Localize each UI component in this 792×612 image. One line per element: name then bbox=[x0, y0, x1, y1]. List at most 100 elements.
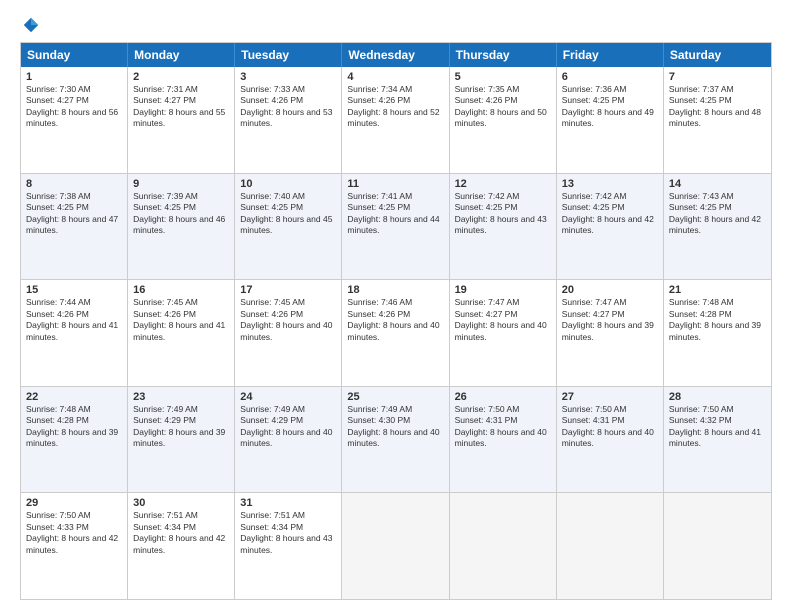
calendar-day-21: 21 Sunrise: 7:48 AMSunset: 4:28 PMDaylig… bbox=[664, 280, 771, 386]
day-number: 31 bbox=[240, 497, 336, 509]
calendar-day-19: 19 Sunrise: 7:47 AMSunset: 4:27 PMDaylig… bbox=[450, 280, 557, 386]
logo-icon bbox=[22, 16, 40, 34]
day-detail: Sunrise: 7:41 AMSunset: 4:25 PMDaylight:… bbox=[347, 191, 439, 235]
day-detail: Sunrise: 7:39 AMSunset: 4:25 PMDaylight:… bbox=[133, 191, 225, 235]
day-detail: Sunrise: 7:33 AMSunset: 4:26 PMDaylight:… bbox=[240, 84, 332, 128]
calendar-day-24: 24 Sunrise: 7:49 AMSunset: 4:29 PMDaylig… bbox=[235, 387, 342, 493]
day-detail: Sunrise: 7:48 AMSunset: 4:28 PMDaylight:… bbox=[669, 297, 761, 341]
day-number: 15 bbox=[26, 284, 122, 296]
day-header-tuesday: Tuesday bbox=[235, 43, 342, 67]
day-detail: Sunrise: 7:51 AMSunset: 4:34 PMDaylight:… bbox=[133, 510, 225, 554]
calendar-day-23: 23 Sunrise: 7:49 AMSunset: 4:29 PMDaylig… bbox=[128, 387, 235, 493]
calendar-header: SundayMondayTuesdayWednesdayThursdayFrid… bbox=[21, 43, 771, 67]
day-detail: Sunrise: 7:48 AMSunset: 4:28 PMDaylight:… bbox=[26, 404, 118, 448]
calendar-day-16: 16 Sunrise: 7:45 AMSunset: 4:26 PMDaylig… bbox=[128, 280, 235, 386]
page: SundayMondayTuesdayWednesdayThursdayFrid… bbox=[0, 0, 792, 612]
day-detail: Sunrise: 7:50 AMSunset: 4:33 PMDaylight:… bbox=[26, 510, 118, 554]
day-detail: Sunrise: 7:30 AMSunset: 4:27 PMDaylight:… bbox=[26, 84, 118, 128]
day-detail: Sunrise: 7:36 AMSunset: 4:25 PMDaylight:… bbox=[562, 84, 654, 128]
calendar-week-2: 8 Sunrise: 7:38 AMSunset: 4:25 PMDayligh… bbox=[21, 173, 771, 280]
day-number: 27 bbox=[562, 391, 658, 403]
calendar-day-26: 26 Sunrise: 7:50 AMSunset: 4:31 PMDaylig… bbox=[450, 387, 557, 493]
calendar: SundayMondayTuesdayWednesdayThursdayFrid… bbox=[20, 42, 772, 600]
day-number: 20 bbox=[562, 284, 658, 296]
header bbox=[20, 16, 772, 34]
calendar-day-15: 15 Sunrise: 7:44 AMSunset: 4:26 PMDaylig… bbox=[21, 280, 128, 386]
calendar-empty-cell bbox=[557, 493, 664, 599]
calendar-day-14: 14 Sunrise: 7:43 AMSunset: 4:25 PMDaylig… bbox=[664, 174, 771, 280]
calendar-day-20: 20 Sunrise: 7:47 AMSunset: 4:27 PMDaylig… bbox=[557, 280, 664, 386]
calendar-day-5: 5 Sunrise: 7:35 AMSunset: 4:26 PMDayligh… bbox=[450, 67, 557, 173]
calendar-day-12: 12 Sunrise: 7:42 AMSunset: 4:25 PMDaylig… bbox=[450, 174, 557, 280]
day-number: 26 bbox=[455, 391, 551, 403]
day-number: 19 bbox=[455, 284, 551, 296]
day-number: 21 bbox=[669, 284, 766, 296]
day-detail: Sunrise: 7:49 AMSunset: 4:29 PMDaylight:… bbox=[240, 404, 332, 448]
calendar-day-30: 30 Sunrise: 7:51 AMSunset: 4:34 PMDaylig… bbox=[128, 493, 235, 599]
day-number: 4 bbox=[347, 71, 443, 83]
day-number: 5 bbox=[455, 71, 551, 83]
calendar-day-31: 31 Sunrise: 7:51 AMSunset: 4:34 PMDaylig… bbox=[235, 493, 342, 599]
day-number: 9 bbox=[133, 178, 229, 190]
day-detail: Sunrise: 7:42 AMSunset: 4:25 PMDaylight:… bbox=[455, 191, 547, 235]
day-number: 6 bbox=[562, 71, 658, 83]
day-number: 30 bbox=[133, 497, 229, 509]
day-detail: Sunrise: 7:50 AMSunset: 4:31 PMDaylight:… bbox=[562, 404, 654, 448]
calendar-day-29: 29 Sunrise: 7:50 AMSunset: 4:33 PMDaylig… bbox=[21, 493, 128, 599]
calendar-empty-cell bbox=[342, 493, 449, 599]
day-number: 16 bbox=[133, 284, 229, 296]
day-number: 18 bbox=[347, 284, 443, 296]
calendar-week-4: 22 Sunrise: 7:48 AMSunset: 4:28 PMDaylig… bbox=[21, 386, 771, 493]
day-number: 23 bbox=[133, 391, 229, 403]
day-detail: Sunrise: 7:37 AMSunset: 4:25 PMDaylight:… bbox=[669, 84, 761, 128]
day-header-monday: Monday bbox=[128, 43, 235, 67]
logo bbox=[20, 16, 40, 34]
day-number: 14 bbox=[669, 178, 766, 190]
calendar-day-8: 8 Sunrise: 7:38 AMSunset: 4:25 PMDayligh… bbox=[21, 174, 128, 280]
day-detail: Sunrise: 7:35 AMSunset: 4:26 PMDaylight:… bbox=[455, 84, 547, 128]
calendar-day-18: 18 Sunrise: 7:46 AMSunset: 4:26 PMDaylig… bbox=[342, 280, 449, 386]
day-header-thursday: Thursday bbox=[450, 43, 557, 67]
day-number: 22 bbox=[26, 391, 122, 403]
calendar-day-28: 28 Sunrise: 7:50 AMSunset: 4:32 PMDaylig… bbox=[664, 387, 771, 493]
day-number: 28 bbox=[669, 391, 766, 403]
day-number: 2 bbox=[133, 71, 229, 83]
day-detail: Sunrise: 7:50 AMSunset: 4:31 PMDaylight:… bbox=[455, 404, 547, 448]
day-detail: Sunrise: 7:44 AMSunset: 4:26 PMDaylight:… bbox=[26, 297, 118, 341]
calendar-week-3: 15 Sunrise: 7:44 AMSunset: 4:26 PMDaylig… bbox=[21, 279, 771, 386]
calendar-empty-cell bbox=[450, 493, 557, 599]
day-detail: Sunrise: 7:45 AMSunset: 4:26 PMDaylight:… bbox=[240, 297, 332, 341]
calendar-body: 1 Sunrise: 7:30 AMSunset: 4:27 PMDayligh… bbox=[21, 67, 771, 599]
calendar-day-2: 2 Sunrise: 7:31 AMSunset: 4:27 PMDayligh… bbox=[128, 67, 235, 173]
calendar-day-22: 22 Sunrise: 7:48 AMSunset: 4:28 PMDaylig… bbox=[21, 387, 128, 493]
day-number: 24 bbox=[240, 391, 336, 403]
day-number: 13 bbox=[562, 178, 658, 190]
calendar-day-11: 11 Sunrise: 7:41 AMSunset: 4:25 PMDaylig… bbox=[342, 174, 449, 280]
day-detail: Sunrise: 7:51 AMSunset: 4:34 PMDaylight:… bbox=[240, 510, 332, 554]
calendar-day-6: 6 Sunrise: 7:36 AMSunset: 4:25 PMDayligh… bbox=[557, 67, 664, 173]
day-number: 7 bbox=[669, 71, 766, 83]
day-number: 25 bbox=[347, 391, 443, 403]
day-number: 12 bbox=[455, 178, 551, 190]
calendar-day-25: 25 Sunrise: 7:49 AMSunset: 4:30 PMDaylig… bbox=[342, 387, 449, 493]
day-detail: Sunrise: 7:49 AMSunset: 4:29 PMDaylight:… bbox=[133, 404, 225, 448]
day-detail: Sunrise: 7:34 AMSunset: 4:26 PMDaylight:… bbox=[347, 84, 439, 128]
day-header-friday: Friday bbox=[557, 43, 664, 67]
day-detail: Sunrise: 7:50 AMSunset: 4:32 PMDaylight:… bbox=[669, 404, 761, 448]
day-detail: Sunrise: 7:40 AMSunset: 4:25 PMDaylight:… bbox=[240, 191, 332, 235]
day-number: 1 bbox=[26, 71, 122, 83]
day-number: 10 bbox=[240, 178, 336, 190]
day-detail: Sunrise: 7:43 AMSunset: 4:25 PMDaylight:… bbox=[669, 191, 761, 235]
calendar-day-17: 17 Sunrise: 7:45 AMSunset: 4:26 PMDaylig… bbox=[235, 280, 342, 386]
day-detail: Sunrise: 7:49 AMSunset: 4:30 PMDaylight:… bbox=[347, 404, 439, 448]
calendar-day-3: 3 Sunrise: 7:33 AMSunset: 4:26 PMDayligh… bbox=[235, 67, 342, 173]
calendar-day-9: 9 Sunrise: 7:39 AMSunset: 4:25 PMDayligh… bbox=[128, 174, 235, 280]
day-detail: Sunrise: 7:45 AMSunset: 4:26 PMDaylight:… bbox=[133, 297, 225, 341]
calendar-day-13: 13 Sunrise: 7:42 AMSunset: 4:25 PMDaylig… bbox=[557, 174, 664, 280]
calendar-week-5: 29 Sunrise: 7:50 AMSunset: 4:33 PMDaylig… bbox=[21, 492, 771, 599]
calendar-empty-cell bbox=[664, 493, 771, 599]
day-header-sunday: Sunday bbox=[21, 43, 128, 67]
day-number: 11 bbox=[347, 178, 443, 190]
calendar-week-1: 1 Sunrise: 7:30 AMSunset: 4:27 PMDayligh… bbox=[21, 67, 771, 173]
day-number: 17 bbox=[240, 284, 336, 296]
